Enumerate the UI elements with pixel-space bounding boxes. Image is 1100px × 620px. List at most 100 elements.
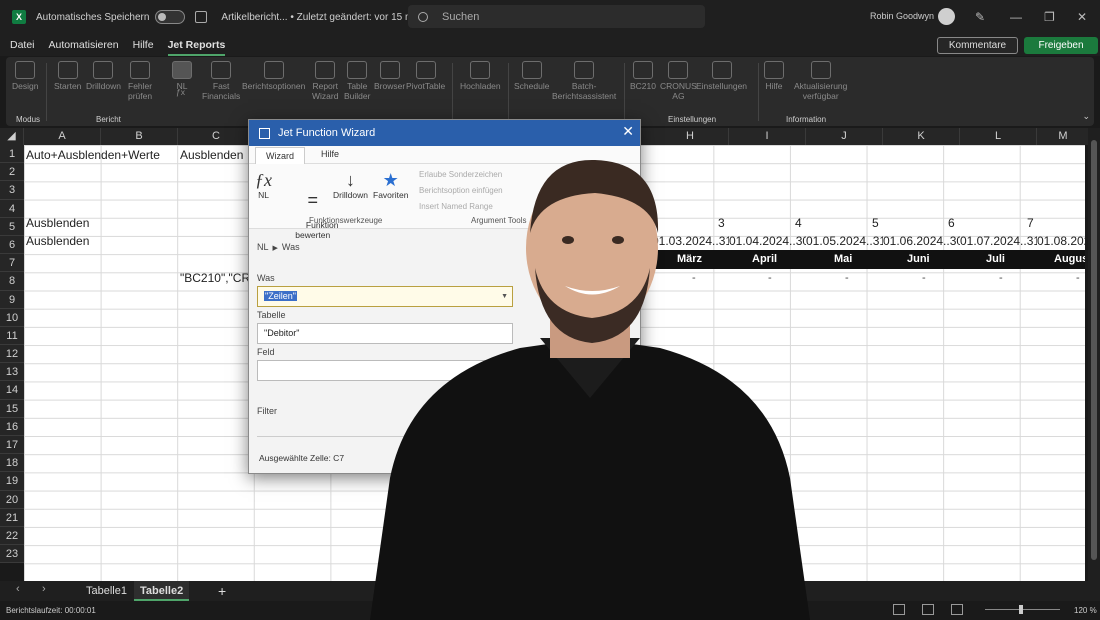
row-header-cell[interactable]: 6 xyxy=(0,236,24,255)
tab-tabelle2[interactable]: Tabelle2 xyxy=(134,581,190,601)
col-header-c[interactable]: C xyxy=(178,128,255,145)
starten-button[interactable]: Starten xyxy=(54,61,81,91)
add-sheet-button[interactable]: + xyxy=(212,581,232,601)
row-header-cell[interactable]: 21 xyxy=(0,509,24,527)
row-header-cell[interactable]: 22 xyxy=(0,527,24,546)
menu-hilfe[interactable]: Hilfe xyxy=(133,34,154,56)
cell-l4[interactable]: 7 xyxy=(1027,216,1034,230)
cell-j5[interactable]: 01.05.2024..31 xyxy=(806,234,883,248)
cell-k4[interactable]: 6 xyxy=(948,216,955,230)
fx-nl-button[interactable]: ƒx NL xyxy=(255,170,272,200)
row-header-cell[interactable]: 20 xyxy=(0,491,24,509)
cell-dash[interactable]: - xyxy=(1076,272,1080,284)
dialog-close-icon[interactable]: ✕ xyxy=(622,123,634,140)
design-button[interactable]: Design xyxy=(12,61,38,91)
row-header-cell[interactable]: 4 xyxy=(0,200,24,218)
cell-dash[interactable]: - xyxy=(999,272,1003,284)
zoom-slider-thumb[interactable] xyxy=(1019,605,1023,614)
scrollbar-thumb[interactable] xyxy=(1091,140,1097,560)
tab-tabelle1[interactable]: Tabelle1 xyxy=(80,581,133,601)
row-header-cell[interactable]: 10 xyxy=(0,309,24,327)
vertical-scrollbar[interactable] xyxy=(1088,128,1100,583)
berichtsoptionen-button[interactable]: Berichtsoptionen xyxy=(242,61,305,91)
pen-icon[interactable]: ✎ xyxy=(975,10,985,24)
save-icon[interactable] xyxy=(195,11,208,23)
row-header-cell[interactable]: 16 xyxy=(0,418,24,436)
row-header-cell[interactable]: 9 xyxy=(0,291,24,309)
cell-k5[interactable]: 01.06.2024..30 xyxy=(883,234,960,248)
search-input[interactable]: Suchen xyxy=(408,5,705,28)
row-header-cell[interactable]: 14 xyxy=(0,381,24,400)
fx-button[interactable]: ƒx xyxy=(176,87,185,97)
cell-a4[interactable]: Ausblenden xyxy=(26,216,89,230)
autosave-toggle[interactable] xyxy=(155,10,186,24)
cell-dash[interactable]: - xyxy=(922,272,926,284)
col-header-m[interactable]: M xyxy=(1037,128,1090,145)
col-header-h[interactable]: H xyxy=(652,128,729,145)
breadcrumb-was[interactable]: Was xyxy=(282,242,300,252)
row-header-cell[interactable]: 1 xyxy=(0,145,24,164)
prev-sheet-icon[interactable]: ‹ xyxy=(16,583,20,595)
drilldown-button[interactable]: Drilldown xyxy=(86,61,121,91)
col-header-i[interactable]: I xyxy=(729,128,806,145)
cell-c1[interactable]: Ausblenden xyxy=(180,148,243,162)
browser-button[interactable]: Browser xyxy=(374,61,405,91)
normal-view-icon[interactable] xyxy=(893,604,905,615)
row-header-cell[interactable]: 5 xyxy=(0,218,24,236)
col-header-j[interactable]: J xyxy=(806,128,883,145)
row-header-cell[interactable]: 8 xyxy=(0,272,24,291)
ribbon-collapse-icon[interactable]: ⌄ xyxy=(1082,111,1090,122)
month-juli[interactable]: Juli xyxy=(986,253,1005,265)
schedule-button[interactable]: Schedule xyxy=(514,61,549,91)
next-sheet-icon[interactable]: › xyxy=(42,583,46,595)
funktion-bewerten-button[interactable]: = Funktion bewerten xyxy=(287,170,338,250)
batch-berichtsassistent-button[interactable]: Batch- Berichtsassistent xyxy=(552,61,616,101)
cronus-ag-button[interactable]: CRONUS AG xyxy=(660,61,697,101)
page-layout-icon[interactable] xyxy=(922,604,934,615)
hilfe-ribbon-button[interactable]: Hilfe xyxy=(764,61,784,91)
cell-j4[interactable]: 5 xyxy=(872,216,879,230)
fast-financials-button[interactable]: Fast Financials xyxy=(202,61,240,101)
row-header-cell[interactable]: 12 xyxy=(0,345,24,364)
hochladen-button[interactable]: Hochladen xyxy=(460,61,501,91)
cell-a1[interactable]: Auto+Ausblenden+Werte xyxy=(26,148,160,162)
row-header-cell[interactable]: 2 xyxy=(0,163,24,182)
col-header-l[interactable]: L xyxy=(960,128,1037,145)
month-juni[interactable]: Juni xyxy=(907,253,930,265)
close-window-icon[interactable]: ✕ xyxy=(1077,10,1087,24)
comments-button[interactable]: Kommentare xyxy=(937,37,1018,54)
month-august[interactable]: August xyxy=(1054,253,1085,265)
row-header-cell[interactable]: 19 xyxy=(0,472,24,491)
row-header-cell[interactable]: 17 xyxy=(0,436,24,455)
col-header-b[interactable]: B xyxy=(101,128,178,145)
dialog-drilldown-button[interactable]: ↓ Drilldown xyxy=(333,170,368,200)
pivottable-button[interactable]: PivotTable xyxy=(406,61,445,91)
month-mai[interactable]: Mai xyxy=(834,253,852,265)
table-builder-button[interactable]: Table Builder xyxy=(344,61,370,101)
row-header-cell[interactable]: 7 xyxy=(0,254,24,273)
row-header-cell[interactable]: 18 xyxy=(0,454,24,473)
bc210-button[interactable]: BC210 xyxy=(630,61,656,91)
row-header-cell[interactable]: 15 xyxy=(0,400,24,418)
menu-datei[interactable]: Datei xyxy=(10,34,35,56)
tab-wizard[interactable]: Wizard xyxy=(255,147,306,164)
row-header-cell[interactable]: 3 xyxy=(0,181,24,200)
update-button[interactable]: Aktualisierung verfügbar xyxy=(794,61,847,101)
select-all-corner[interactable]: ◢ xyxy=(0,128,24,145)
col-header-k[interactable]: K xyxy=(883,128,960,145)
fehler-pruefen-button[interactable]: Fehler prüfen xyxy=(128,61,152,101)
document-title[interactable]: Artikelbericht... • Zuletzt geändert: vo… xyxy=(221,12,427,23)
tab-hilfe[interactable]: Hilfe xyxy=(321,149,339,159)
share-button[interactable]: Freigeben xyxy=(1024,37,1098,54)
cell-m5[interactable]: 01.08.2024 xyxy=(1037,234,1085,248)
report-wizard-button[interactable]: Report Wizard xyxy=(312,61,338,101)
row-header-cell[interactable]: 23 xyxy=(0,545,24,564)
row-header-cell[interactable]: 13 xyxy=(0,363,24,382)
cell-a5[interactable]: Ausblenden xyxy=(26,234,89,248)
restore-icon[interactable]: ❐ xyxy=(1044,10,1055,24)
zoom-level[interactable]: 120 % xyxy=(1074,606,1097,615)
minimize-icon[interactable]: — xyxy=(1010,10,1022,24)
menu-jet-reports[interactable]: Jet Reports xyxy=(167,34,226,56)
col-header-a[interactable]: A xyxy=(24,128,101,145)
row-header-cell[interactable]: 11 xyxy=(0,327,24,346)
